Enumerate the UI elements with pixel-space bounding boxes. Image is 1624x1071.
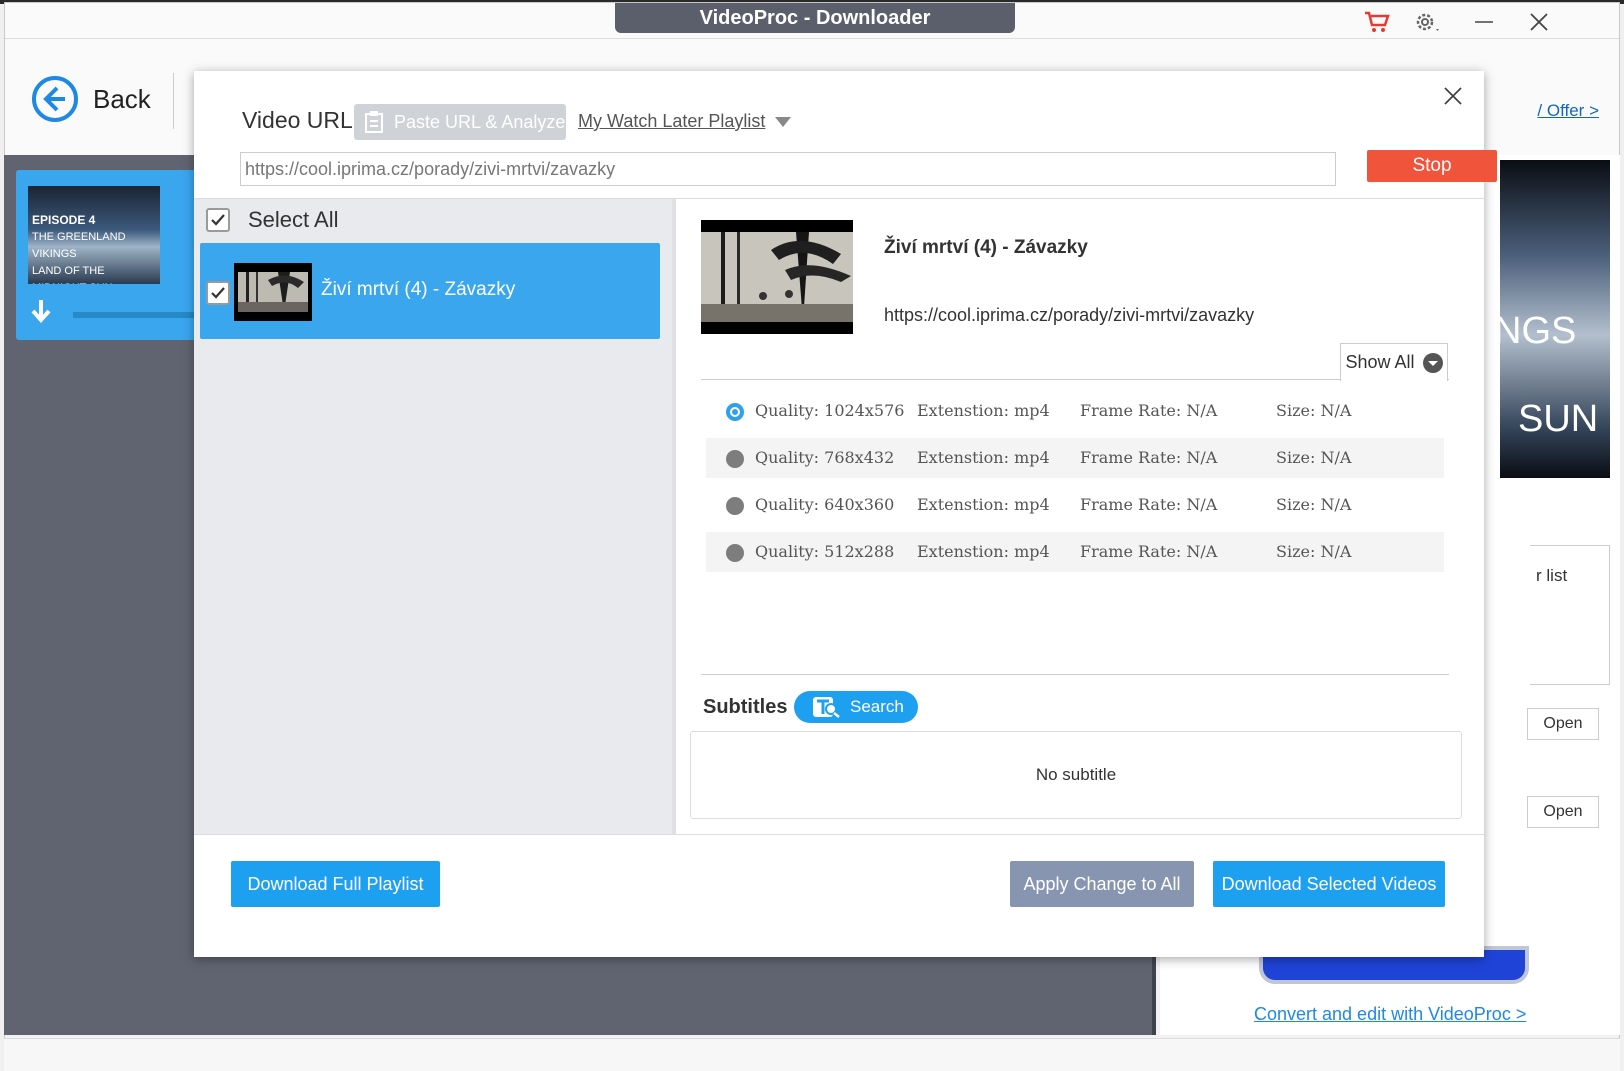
video-url-label: Video URL: [242, 107, 360, 133]
format-frame-rate: Frame Rate: N/A [1080, 401, 1218, 420]
format-extension: Extenstion: mp4 [917, 542, 1050, 561]
window-title: VideoProc - Downloader [615, 3, 1015, 33]
status-strip [4, 1038, 1620, 1071]
video-item-title: Živí mrtví (4) - Závazky [321, 279, 516, 300]
format-frame-rate: Frame Rate: N/A [1080, 542, 1218, 561]
format-size: Size: N/A [1276, 495, 1352, 514]
chevron-down-circle-icon [1422, 352, 1443, 373]
download-arrow-icon [30, 298, 52, 329]
format-radio[interactable] [726, 544, 744, 562]
video-detail-title: Živí mrtví (4) - Závazky [884, 237, 1088, 258]
thumb-title-text: THE GREENLAND VIKINGS [32, 231, 126, 260]
format-option-row[interactable]: Quality: 512x288 Extenstion: mp4 Frame R… [706, 532, 1444, 572]
video-list-item[interactable]: Živí mrtví (4) - Závazky [200, 243, 660, 339]
thumb-subtitle-text: LAND OF THE MIDNIGHT SUN [32, 265, 112, 284]
format-option-row[interactable]: Quality: 640x360 Extenstion: mp4 Frame R… [706, 485, 1444, 525]
back-arrow-icon [32, 76, 78, 122]
open-button-2[interactable]: Open [1527, 796, 1599, 828]
subtitles-divider [701, 674, 1449, 675]
subtitle-search-label: Search [850, 697, 904, 716]
format-frame-rate: Frame Rate: N/A [1080, 448, 1218, 467]
dialog-close-icon[interactable] [1438, 81, 1468, 111]
format-extension: Extenstion: mp4 [917, 448, 1050, 467]
watch-later-playlist-link[interactable]: My Watch Later Playlist [578, 111, 792, 132]
format-option-row[interactable]: Quality: 1024x576 Extenstion: mp4 Frame … [706, 391, 1444, 431]
show-all-label: Show All [1345, 352, 1415, 372]
window-close-icon[interactable] [1519, 7, 1559, 37]
show-all-dropdown[interactable]: Show All [1340, 343, 1448, 381]
task-thumbnail: EPISODE 4 THE GREENLAND VIKINGS LAND OF … [28, 186, 160, 284]
select-all-row[interactable]: Select All [206, 207, 339, 233]
apply-change-to-all-button[interactable]: Apply Change to All [1010, 861, 1194, 907]
format-quality: Quality: 1024x576 [755, 401, 905, 420]
toolbar-divider [173, 73, 174, 129]
footer-divider [194, 834, 1484, 835]
minimize-icon[interactable] [1464, 7, 1504, 37]
format-size: Size: N/A [1276, 401, 1352, 420]
paste-url-analyze-button[interactable]: Paste URL & Analyze [354, 104, 566, 140]
checkmark-icon [211, 214, 225, 226]
video-list-pane: Select All Živí mrtví (4) - Závazky [194, 199, 676, 835]
formats-divider [701, 379, 1449, 380]
format-radio[interactable] [726, 450, 744, 468]
paste-button-label: Paste URL & Analyze [394, 111, 566, 132]
subtitle-search-button[interactable]: Search [794, 691, 918, 723]
video-detail-url: https://cool.iprima.cz/porady/zivi-mrtvi… [884, 305, 1255, 325]
side-info-box: r list [1530, 545, 1610, 685]
preview-text-2: SUN [1518, 398, 1599, 440]
back-button[interactable]: Back [31, 75, 151, 123]
video-item-thumbnail [234, 263, 312, 321]
video-item-checkbox[interactable] [206, 281, 230, 305]
task-progress-bar [73, 312, 206, 318]
subtitle-search-icon [813, 697, 840, 718]
open-button-1[interactable]: Open [1527, 708, 1599, 740]
format-extension: Extenstion: mp4 [917, 495, 1050, 514]
subtitles-label: Subtitles [703, 696, 788, 718]
subtitle-list-box: No subtitle [690, 731, 1462, 819]
video-detail-thumbnail [701, 220, 853, 334]
format-option-row[interactable]: Quality: 768x432 Extenstion: mp4 Frame R… [706, 438, 1444, 478]
checkmark-icon [211, 287, 225, 299]
format-radio[interactable] [726, 497, 744, 515]
format-quality: Quality: 640x360 [755, 495, 895, 514]
select-all-label: Select All [248, 207, 339, 232]
format-size: Size: N/A [1276, 448, 1352, 467]
back-label: Back [93, 83, 151, 114]
download-selected-videos-button[interactable]: Download Selected Videos [1213, 861, 1445, 907]
url-input[interactable] [240, 152, 1336, 186]
convert-link[interactable]: Convert and edit with VideoProc > [1254, 1004, 1526, 1025]
format-size: Size: N/A [1276, 542, 1352, 561]
format-radio-selected[interactable] [726, 403, 744, 421]
stop-button[interactable]: Stop [1367, 150, 1497, 182]
download-full-playlist-button[interactable]: Download Full Playlist [231, 861, 440, 907]
preview-text-1: NGS [1500, 310, 1577, 352]
cart-icon[interactable] [1357, 7, 1397, 37]
select-all-checkbox[interactable] [206, 208, 230, 232]
format-quality: Quality: 512x288 [755, 542, 895, 561]
watch-later-label: My Watch Later Playlist [578, 111, 766, 131]
thumb-episode-text: EPISODE 4 [32, 213, 96, 227]
format-quality: Quality: 768x432 [755, 448, 895, 467]
settings-gear-icon[interactable] [1407, 7, 1447, 37]
clipboard-icon [365, 111, 383, 133]
title-bar: VideoProc - Downloader [5, 3, 1619, 39]
format-frame-rate: Frame Rate: N/A [1080, 495, 1218, 514]
preview-image: NGS SUN [1500, 160, 1610, 478]
dropdown-triangle-icon [775, 116, 792, 127]
format-extension: Extenstion: mp4 [917, 401, 1050, 420]
download-dialog: Video URL: Paste URL & Analyze My Watch … [194, 71, 1497, 957]
download-task-card[interactable]: EPISODE 4 THE GREENLAND VIKINGS LAND OF … [16, 170, 206, 340]
offer-link[interactable]: / Offer > [1537, 101, 1599, 121]
